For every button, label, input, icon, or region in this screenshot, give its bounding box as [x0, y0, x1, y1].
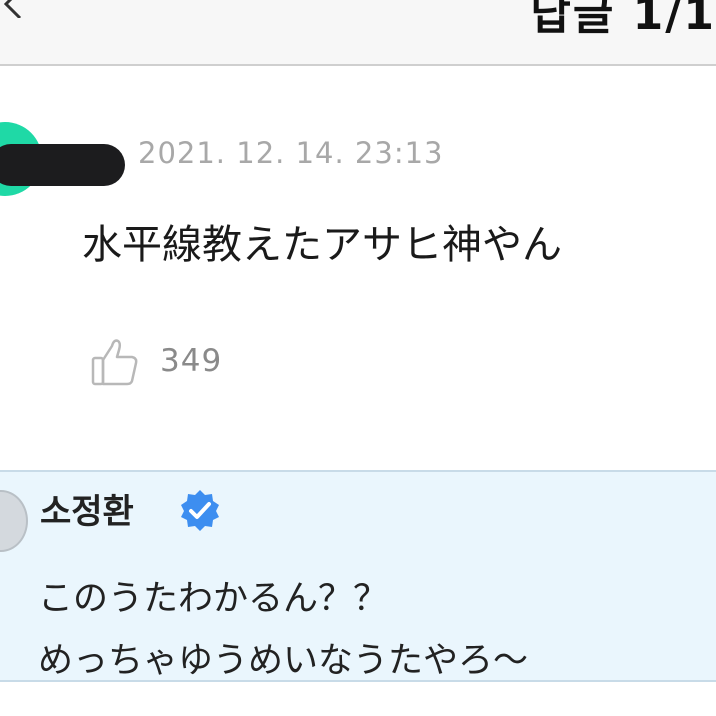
- avatar[interactable]: [0, 490, 28, 552]
- page-title: 답글 1/1: [530, 0, 716, 40]
- verified-badge-icon: [181, 490, 219, 531]
- comment: 2021. 12. 14. 23:13 水平線教えたアサヒ神やん 349: [0, 66, 716, 458]
- reply-text-line: めっちゃゆうめいなうたやろ～: [38, 641, 529, 681]
- thumbs-up-icon[interactable]: [90, 336, 140, 388]
- redacted-username: [0, 144, 125, 186]
- top-bar: 답글 1/1: [0, 0, 716, 66]
- comment-timestamp: 2021. 12. 14. 23:13: [138, 136, 444, 170]
- reply-text-line: このうたわかるん？？: [38, 579, 389, 619]
- like-count: 349: [160, 343, 223, 379]
- chevron-left-icon[interactable]: [0, 0, 30, 18]
- reply-author[interactable]: 소정환: [40, 484, 134, 533]
- reply: 소정환 このうたわかるん？？ めっちゃゆうめいなうたやろ～: [0, 470, 716, 682]
- comment-text: 水平線教えたアサヒ神やん: [82, 222, 562, 268]
